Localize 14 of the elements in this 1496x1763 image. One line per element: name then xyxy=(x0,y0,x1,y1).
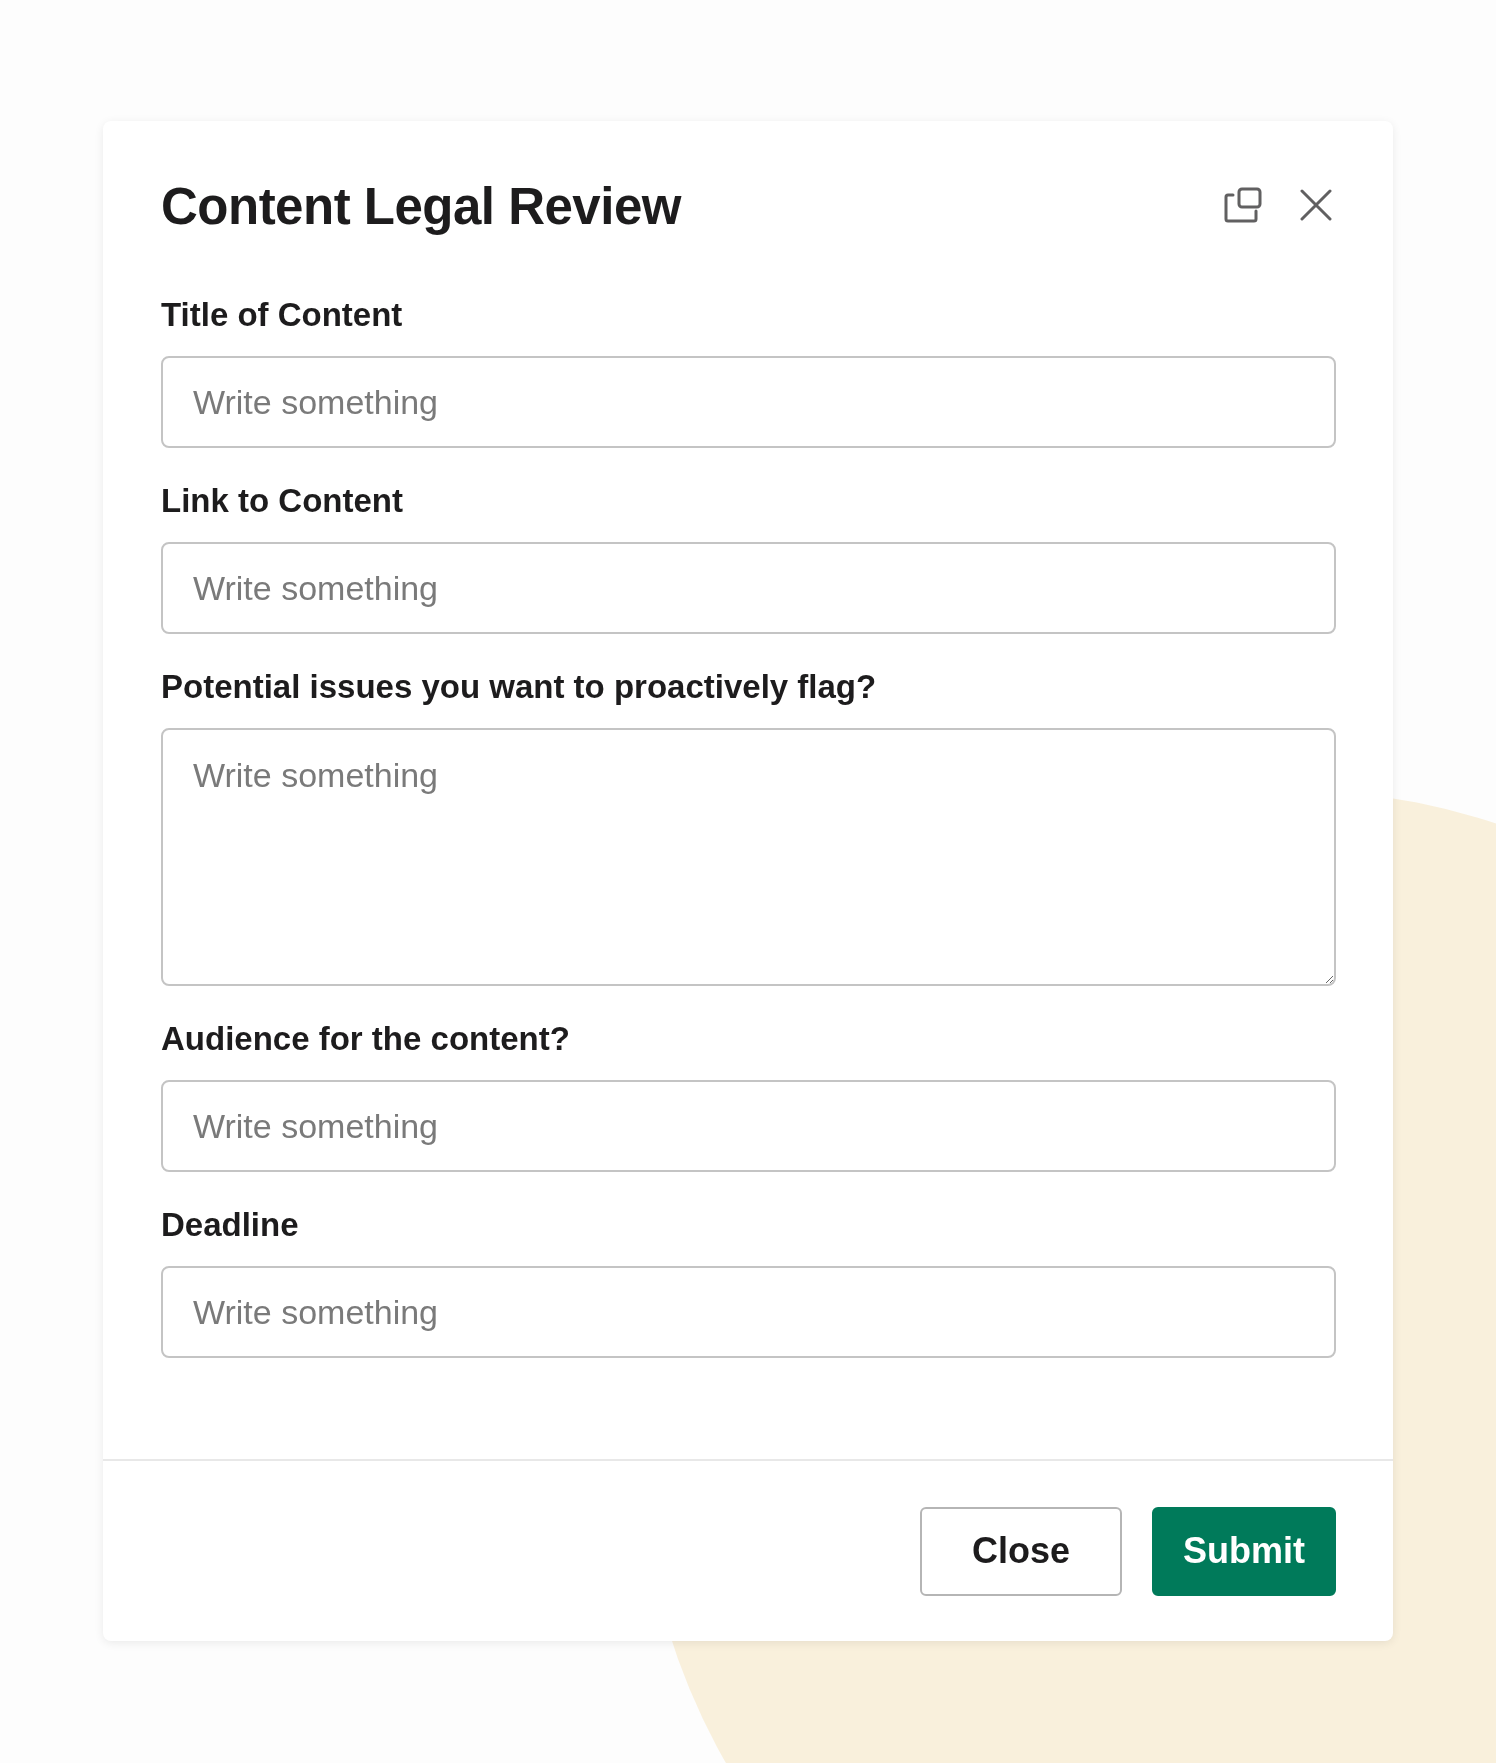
submit-button[interactable]: Submit xyxy=(1152,1506,1336,1596)
popout-icon[interactable] xyxy=(1224,187,1262,226)
field-label: Audience for the content? xyxy=(161,1020,571,1058)
input-field[interactable]: Write something xyxy=(161,542,1336,634)
field-label: Title of Content xyxy=(161,296,404,334)
field-label: Link to Content xyxy=(161,482,404,520)
close-button[interactable]: Close xyxy=(919,1506,1122,1596)
dialog-title: Content Legal Review xyxy=(161,177,681,236)
input-field[interactable]: Write something xyxy=(161,356,1336,448)
input-field[interactable]: Write something xyxy=(161,1266,1336,1358)
field-label: Potential issues you want to proactively flag? xyxy=(161,668,878,706)
field-label: Deadline xyxy=(161,1206,300,1244)
text-area[interactable]: Write something xyxy=(161,728,1336,986)
input-field[interactable]: Write something xyxy=(161,1080,1336,1172)
